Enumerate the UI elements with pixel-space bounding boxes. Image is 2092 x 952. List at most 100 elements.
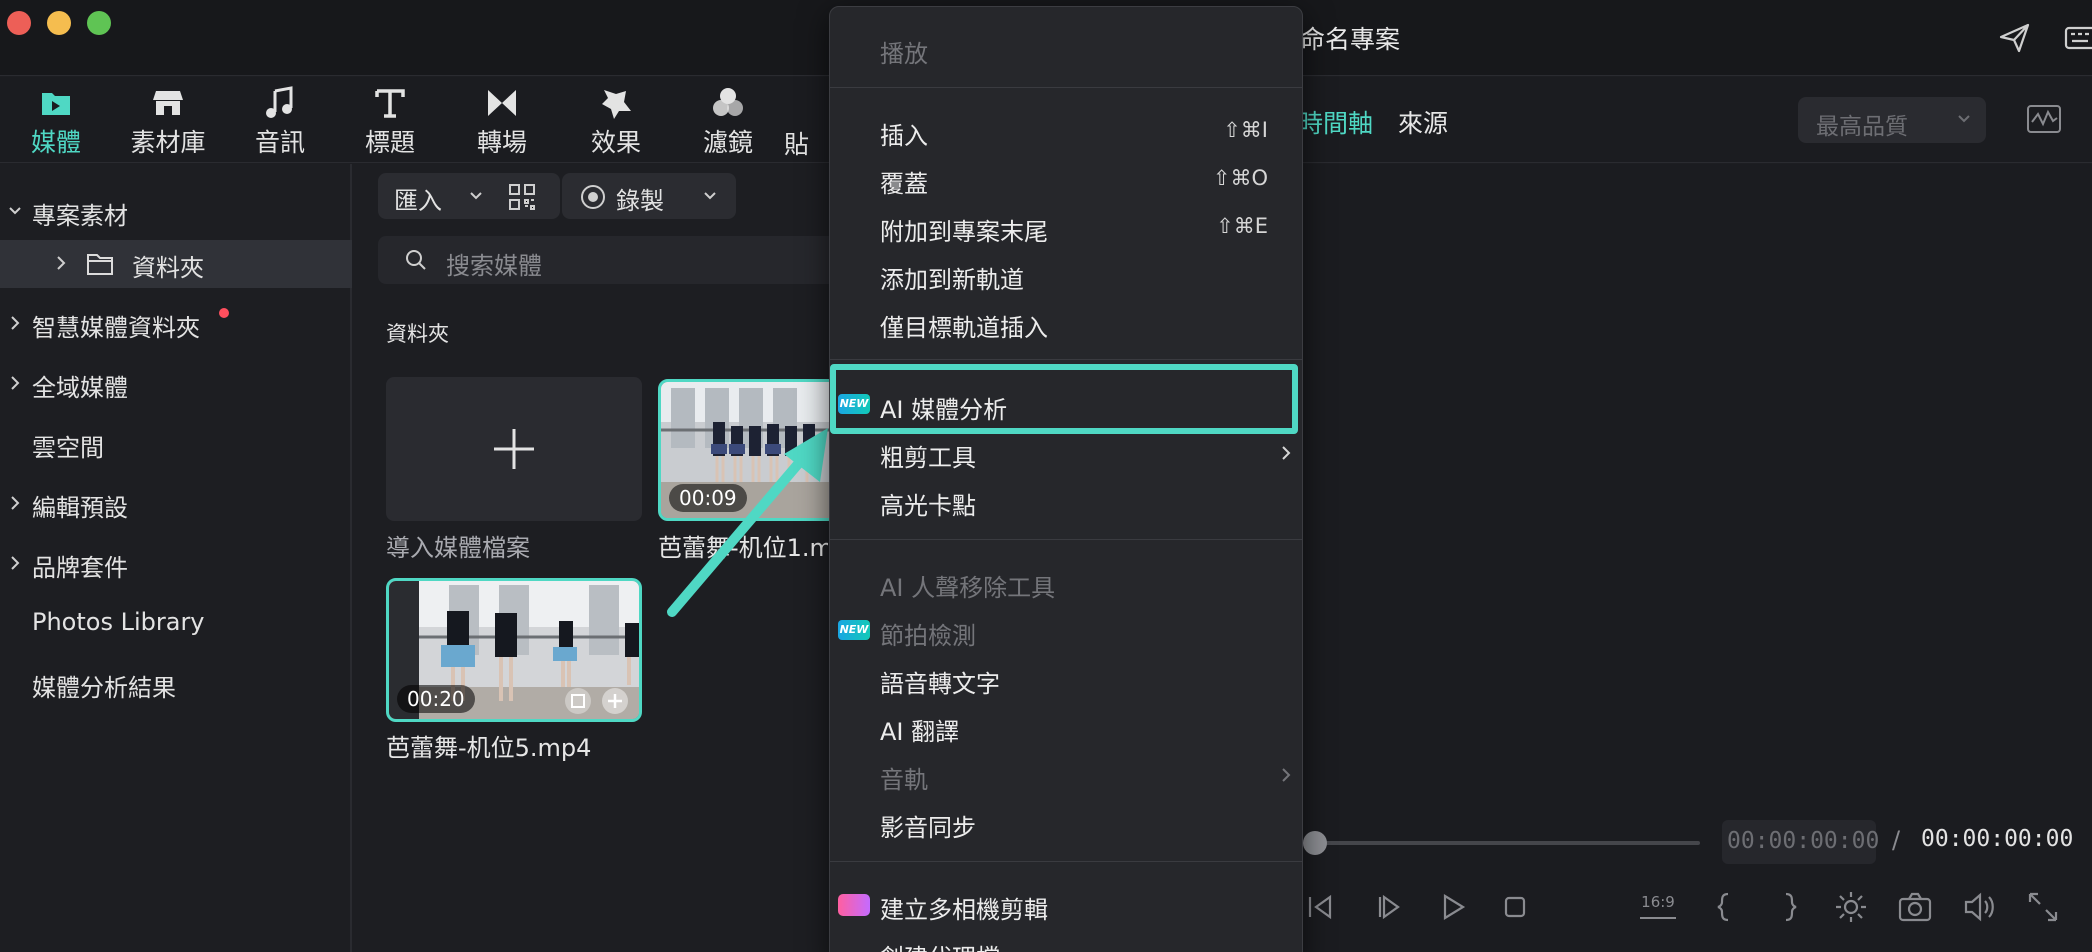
next-frame-icon[interactable] — [1370, 888, 1408, 926]
aspect-ratio-button[interactable]: 16:9 — [1640, 893, 1676, 919]
quality-dropdown[interactable]: 最高品質 — [1798, 97, 1986, 143]
menu-item-audio-track[interactable]: 音軌 — [830, 752, 1302, 796]
menu-separator — [830, 539, 1302, 540]
folder-icon — [87, 254, 113, 275]
sidebar-item-brand-kit[interactable]: 品牌套件 — [0, 540, 352, 588]
menu-item-overwrite[interactable]: 覆蓋 ⇧⌘O — [830, 156, 1302, 200]
tool-stock[interactable]: 素材庫 — [118, 85, 218, 159]
plus-icon — [494, 429, 534, 469]
shortcut-label: ⇧⌘I — [1223, 118, 1268, 142]
menu-item-highlight-beat[interactable]: 高光卡點 — [830, 478, 1302, 522]
clip-name-2: 芭蕾舞-机位5.mp4 — [386, 734, 592, 762]
waveform-monitor-icon[interactable] — [2026, 103, 2062, 135]
keyboard-icon[interactable] — [2062, 20, 2092, 56]
add-to-timeline-icon[interactable] — [601, 687, 629, 715]
chevron-right-icon — [11, 316, 20, 330]
sidebar-item-global-media[interactable]: 全域媒體 — [0, 360, 352, 408]
menu-item-play[interactable]: 播放 — [830, 26, 1302, 70]
current-timecode[interactable]: 00:00:00:00 — [1722, 820, 1879, 864]
menu-item-add-new-track[interactable]: 添加到新軌道 — [830, 252, 1302, 296]
chevron-right-icon — [1282, 446, 1291, 460]
sidebar-item-photos-library[interactable]: Photos Library — [0, 600, 352, 648]
sidebar-item-smart-folder[interactable]: 智慧媒體資料夾 — [0, 300, 352, 348]
search-media-field[interactable]: 搜索媒體 — [378, 236, 838, 284]
fullscreen-icon[interactable] — [2024, 888, 2062, 926]
timecode-separator: / — [1892, 826, 1901, 854]
menu-separator — [830, 87, 1302, 88]
menu-separator — [830, 359, 1302, 360]
project-title: 命名專案 — [1300, 25, 1401, 54]
notification-dot — [219, 308, 229, 318]
play-icon[interactable] — [1434, 888, 1472, 926]
sidebar-item-folder[interactable]: 資料夾 — [0, 240, 352, 288]
sidebar-item-edit-presets[interactable]: 編輯預設 — [0, 480, 352, 528]
send-icon[interactable] — [1997, 20, 2033, 56]
clip-duration: 00:20 — [397, 685, 475, 713]
chevron-right-icon — [1282, 768, 1291, 782]
close-window-button[interactable] — [7, 11, 31, 35]
tab-timeline[interactable]: 時間軸 — [1298, 104, 1373, 140]
shortcut-label: ⇧⌘O — [1212, 166, 1268, 190]
record-dropdown[interactable]: 錄製 — [562, 173, 736, 219]
tool-effects[interactable]: 效果 — [566, 85, 666, 159]
import-dropdown[interactable]: 匯入 — [378, 173, 560, 219]
zoom-window-button[interactable] — [87, 11, 111, 35]
media-sidebar: 專案素材 資料夾 智慧媒體資料夾 全域媒體 雲空間 編輯預設 品牌套件 Phot… — [0, 164, 352, 952]
tool-audio[interactable]: 音訊 — [230, 85, 330, 159]
menu-separator — [830, 861, 1302, 862]
menu-item-ai-translate[interactable]: AI 翻譯 — [830, 704, 1302, 748]
previous-frame-icon[interactable] — [1302, 888, 1340, 926]
chevron-right-icon — [57, 256, 66, 270]
chevron-right-icon — [11, 496, 20, 510]
mark-in-icon[interactable] — [1706, 888, 1744, 926]
chevron-down-icon — [9, 207, 21, 215]
menu-item-av-sync[interactable]: 影音同步 — [830, 800, 1302, 844]
annotation-highlight-box — [830, 364, 1298, 434]
multicam-icon — [838, 894, 870, 916]
menu-item-speech-to-text[interactable]: 語音轉文字 — [830, 656, 1302, 700]
stop-icon[interactable] — [1496, 888, 1534, 926]
annotation-arrow — [667, 428, 828, 617]
sidebar-item-project-media[interactable]: 專案素材 — [0, 188, 352, 236]
chevron-right-icon — [11, 376, 20, 390]
tool-media[interactable]: 媒體 — [6, 85, 106, 159]
qr-code-icon[interactable] — [508, 183, 536, 211]
chevron-right-icon — [11, 556, 20, 570]
chevron-down-icon — [1958, 115, 1970, 123]
tool-transitions[interactable]: 轉場 — [452, 85, 552, 159]
import-media-caption: 導入媒體檔案 — [386, 534, 530, 562]
search-placeholder: 搜索媒體 — [446, 252, 542, 280]
search-icon — [406, 250, 426, 270]
folder-heading: 資料夾 — [386, 322, 449, 346]
mark-out-icon[interactable] — [1770, 888, 1808, 926]
chevron-down-icon — [704, 192, 716, 200]
tab-source[interactable]: 來源 — [1398, 104, 1448, 140]
menu-item-ai-vocal-remover[interactable]: AI 人聲移除工具 — [830, 560, 1302, 604]
menu-item-target-track-insert[interactable]: 僅目標軌道插入 — [830, 300, 1302, 344]
sidebar-item-analysis-results[interactable]: 媒體分析結果 — [0, 660, 352, 708]
snapshot-camera-icon[interactable] — [1896, 888, 1934, 926]
effects-star-icon — [602, 90, 631, 119]
new-badge: NEW — [838, 620, 870, 640]
menu-item-insert[interactable]: 插入 ⇧⌘I — [830, 108, 1302, 152]
media-icon — [42, 93, 70, 115]
volume-icon[interactable] — [1960, 888, 1998, 926]
clip-thumbnail-2[interactable]: 00:20 — [386, 578, 642, 722]
menu-item-multicam-clip[interactable]: 建立多相機剪輯 — [830, 882, 1302, 926]
shortcut-label: ⇧⌘E — [1216, 214, 1268, 238]
menu-item-beat-detection[interactable]: NEW 節拍檢測 — [830, 608, 1302, 652]
menu-item-create-proxy[interactable]: 創建代理檔 — [830, 930, 1302, 952]
menu-item-rough-cut[interactable]: 粗剪工具 — [830, 430, 1302, 474]
scene-detect-icon[interactable] — [563, 687, 593, 715]
tool-stickers[interactable]: 貼 — [780, 85, 830, 161]
transition-icon — [488, 90, 516, 116]
tool-filters[interactable]: 濾鏡 — [678, 85, 778, 159]
preview-scrubber[interactable] — [1318, 841, 1700, 845]
settings-gear-icon[interactable] — [1832, 888, 1870, 926]
tool-titles[interactable]: 標題 — [340, 85, 440, 159]
menu-item-append[interactable]: 附加到專案末尾 ⇧⌘E — [830, 204, 1302, 248]
scrubber-handle[interactable] — [1303, 831, 1327, 855]
minimize-window-button[interactable] — [47, 11, 71, 35]
import-media-tile[interactable] — [386, 377, 642, 521]
sidebar-item-cloud[interactable]: 雲空間 — [0, 420, 352, 468]
